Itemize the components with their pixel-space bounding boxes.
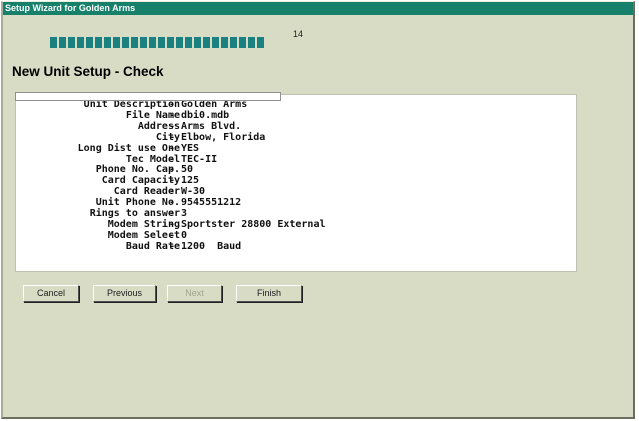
summary-value: 3: [181, 208, 188, 219]
summary-value: Sportster 28800 External: [181, 218, 326, 230]
progress-segment: [50, 37, 57, 48]
summary-row: Modem Select -0: [16, 229, 576, 241]
summary-separator: -: [169, 142, 176, 154]
progress-segment: [203, 37, 210, 48]
summary-separator: -: [169, 186, 176, 198]
summary-separator: -: [169, 229, 176, 241]
title-bar: Setup Wizard for Golden Arms: [3, 2, 633, 15]
summary-row: Tec Model - TEC-II: [16, 153, 576, 165]
page-title: New Unit Setup - Check: [12, 64, 164, 79]
summary-label: Long Dist use One: [77, 142, 180, 154]
summary-row: Address - Arms Blvd.: [16, 120, 576, 132]
summary-separator: -: [169, 109, 176, 121]
summary-label: Unit Phone No.: [95, 197, 180, 209]
summary-row: Card Capacity -125: [16, 176, 576, 186]
summary-row: Long Dist use One - YES: [16, 142, 576, 154]
progress-segment: [176, 37, 183, 48]
progress-segment: [158, 37, 165, 48]
setup-wizard-window: Setup Wizard for Golden Arms 14 New Unit…: [1, 1, 635, 419]
summary-row: File Name - dbi0.mdb: [16, 109, 576, 121]
summary-value: 9545551212: [181, 197, 242, 209]
progress-segment: [113, 37, 120, 48]
summary-list: Unit Description - Golden Arms File Name - db…: [15, 94, 577, 272]
summary-separator: -: [169, 197, 176, 209]
progress-segment: [194, 37, 201, 48]
progress-segment: [95, 37, 102, 48]
summary-row: Phone No. Cap. -50: [16, 165, 576, 175]
progress-segment: [230, 37, 237, 48]
progress-segment: [221, 37, 228, 48]
summary-row: Baud Rate -1200 Baud: [16, 240, 576, 252]
summary-row: Unit Phone No. -9545551212: [16, 198, 576, 208]
summary-separator: -: [169, 99, 176, 110]
summary-top-field: [15, 92, 281, 101]
progress-segment: [212, 37, 219, 48]
summary-value: dbi0.mdb: [181, 109, 230, 121]
summary-label: Unit Description: [83, 99, 180, 110]
progress-segment: [140, 37, 147, 48]
summary-separator: -: [169, 240, 176, 252]
summary-separator: -: [169, 131, 176, 143]
summary-value: TEC-II: [181, 153, 218, 165]
previous-button[interactable]: Previous: [93, 285, 156, 302]
summary-row: Card Reader - W-30: [16, 187, 576, 197]
summary-value: YES: [181, 142, 200, 154]
progress-segment: [68, 37, 75, 48]
summary-separator: -: [169, 153, 176, 165]
summary-separator: -: [169, 120, 176, 132]
summary-label: Phone No. Cap.: [95, 164, 180, 176]
summary-value: 125: [181, 175, 200, 187]
summary-value: W-30: [181, 186, 206, 198]
summary-separator: -: [169, 208, 176, 219]
summary-row: Unit Description - Golden Arms: [16, 100, 576, 110]
summary-value: Golden Arms: [181, 99, 248, 110]
progress-segment: [77, 37, 84, 48]
summary-row: Modem String - Sportster 28800 External: [16, 218, 576, 230]
progress-segment: [122, 37, 129, 48]
summary-value: 50: [181, 164, 194, 176]
progress-count: 14: [293, 29, 304, 39]
progress-segment: [86, 37, 93, 48]
summary-separator: -: [169, 164, 176, 176]
progress-segment: [131, 37, 138, 48]
summary-value: 1200 Baud: [181, 240, 242, 252]
summary-row: Rings to answer -3: [16, 209, 576, 219]
progress-segment: [239, 37, 246, 48]
progress-segment: [59, 37, 66, 48]
summary-separator: -: [169, 175, 176, 187]
summary-label: City: [155, 131, 180, 143]
progress-segment: [185, 37, 192, 48]
progress-segment: [248, 37, 255, 48]
summary-label: Rings to answer: [89, 208, 180, 219]
summary-value: Elbow, Florida: [181, 131, 266, 143]
summary-separator: -: [169, 218, 176, 230]
summary-value: 0: [181, 229, 188, 241]
summary-value: Arms Blvd.: [181, 120, 242, 132]
next-button[interactable]: Next: [167, 285, 222, 302]
finish-button[interactable]: Finish: [236, 285, 302, 302]
progress-bar: [50, 37, 264, 48]
progress-segment: [167, 37, 174, 48]
progress-segment: [149, 37, 156, 48]
progress-segment: [257, 37, 264, 48]
progress-segment: [104, 37, 111, 48]
summary-row: City - Elbow, Florida: [16, 131, 576, 143]
cancel-button[interactable]: Cancel: [23, 285, 79, 302]
